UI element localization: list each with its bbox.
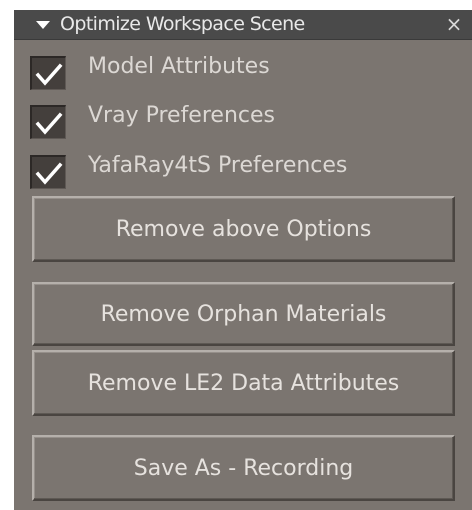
- option-model-attributes[interactable]: Model Attributes: [30, 52, 450, 92]
- vray-preferences-checkbox[interactable]: [30, 105, 66, 139]
- option-vray-preferences[interactable]: Vray Preferences: [30, 101, 450, 141]
- panel-title: Optimize Workspace Scene: [60, 13, 305, 35]
- checkmark-icon: [35, 162, 63, 185]
- option-yafaray-preferences[interactable]: YafaRay4tS Preferences: [30, 151, 450, 191]
- remove-orphan-materials-button[interactable]: Remove Orphan Materials: [32, 282, 455, 346]
- optimize-workspace-panel: Optimize Workspace Scene × Model Attribu…: [14, 10, 472, 510]
- panel-titlebar[interactable]: Optimize Workspace Scene ×: [14, 10, 472, 40]
- remove-le2-data-attributes-button[interactable]: Remove LE2 Data Attributes: [32, 350, 455, 416]
- checkmark-icon: [35, 112, 63, 135]
- model-attributes-checkbox[interactable]: [30, 56, 66, 90]
- option-label: YafaRay4tS Preferences: [88, 153, 348, 178]
- close-icon[interactable]: ×: [442, 12, 466, 36]
- option-label: Model Attributes: [88, 54, 270, 79]
- remove-above-options-button[interactable]: Remove above Options: [32, 196, 455, 262]
- yafaray-preferences-checkbox[interactable]: [30, 155, 66, 189]
- save-as-recording-button[interactable]: Save As - Recording: [32, 435, 455, 501]
- option-label: Vray Preferences: [88, 103, 275, 128]
- collapse-triangle-icon[interactable]: [36, 21, 50, 29]
- checkmark-icon: [35, 63, 63, 86]
